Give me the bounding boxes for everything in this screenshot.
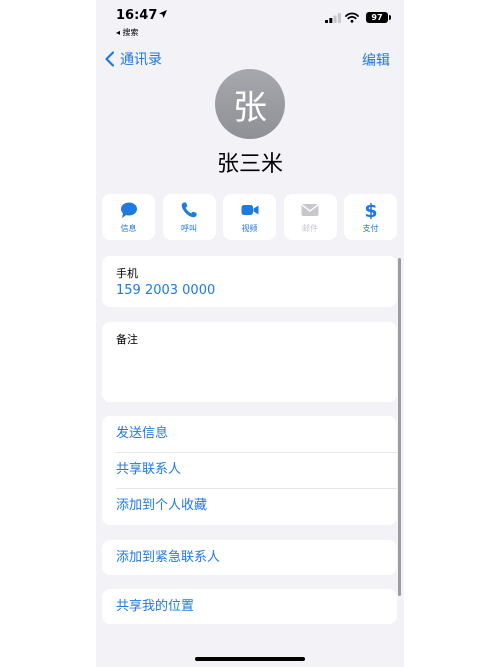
avatar-initial: 张	[233, 87, 267, 128]
mail-action-label: 邮件	[302, 223, 318, 233]
mail-icon	[301, 203, 319, 216]
phone-number-card: 手机 159 2003 0000	[102, 256, 397, 307]
scrollbar[interactable]	[398, 258, 401, 596]
contact-avatar: 张	[215, 69, 285, 139]
mail-action-button[interactable]: 邮件	[283, 194, 337, 240]
back-button[interactable]: 通讯录	[104, 49, 162, 69]
quick-actions: 信息 呼叫 视频 邮件 $ 支付	[102, 194, 397, 240]
video-icon	[241, 204, 258, 215]
status-bar: 16:47 ◂ 搜索 97	[96, 0, 404, 40]
message-action-button[interactable]: 信息	[102, 194, 155, 240]
send-message-row[interactable]: 发送信息	[102, 416, 397, 452]
share-contact-row[interactable]: 共享联系人	[102, 452, 397, 488]
pay-action-label: 支付	[362, 223, 379, 233]
location-arrow-icon	[159, 10, 167, 18]
add-to-favorites-row[interactable]: 添加到个人收藏	[102, 488, 397, 524]
contact-actions-list: 发送信息 共享联系人 添加到个人收藏	[102, 416, 397, 525]
share-my-location-row[interactable]: 共享我的位置	[102, 589, 397, 624]
share-location-card: 共享我的位置	[102, 589, 397, 624]
message-action-label: 信息	[120, 223, 137, 233]
video-action-label: 视频	[241, 223, 258, 233]
add-emergency-contact-row[interactable]: 添加到紧急联系人	[102, 540, 397, 575]
svg-text:$: $	[364, 201, 377, 219]
phone-screen: 16:47 ◂ 搜索 97 通讯录 编辑 张 张三米 信息 呼叫 视频 邮件 $…	[96, 0, 404, 667]
notes-label: 备注	[116, 333, 138, 346]
emergency-contact-card: 添加到紧急联系人	[102, 540, 397, 575]
phone-label: 手机	[116, 267, 138, 280]
back-to-search-link[interactable]: ◂ 搜索	[116, 27, 139, 38]
phone-number-link[interactable]: 159 2003 0000	[116, 283, 215, 298]
chevron-left-icon	[105, 51, 115, 67]
video-action-button[interactable]: 视频	[223, 194, 276, 240]
call-action-label: 呼叫	[181, 223, 197, 233]
back-button-label: 通讯录	[120, 52, 162, 68]
status-time: 16:47	[116, 8, 158, 23]
edit-button[interactable]: 编辑	[362, 50, 390, 70]
dollar-icon: $	[364, 201, 377, 219]
pay-action-button[interactable]: $ 支付	[344, 194, 397, 240]
phone-icon	[181, 202, 197, 217]
call-action-button[interactable]: 呼叫	[162, 194, 216, 240]
message-icon	[120, 202, 137, 218]
notes-card[interactable]: 备注	[102, 322, 397, 402]
wifi-icon	[345, 12, 359, 23]
battery-indicator: 97	[366, 12, 388, 23]
battery-tip	[389, 15, 391, 20]
contact-name: 张三米	[216, 152, 283, 177]
home-indicator[interactable]	[195, 657, 305, 661]
cell-signal-icon	[325, 13, 341, 23]
